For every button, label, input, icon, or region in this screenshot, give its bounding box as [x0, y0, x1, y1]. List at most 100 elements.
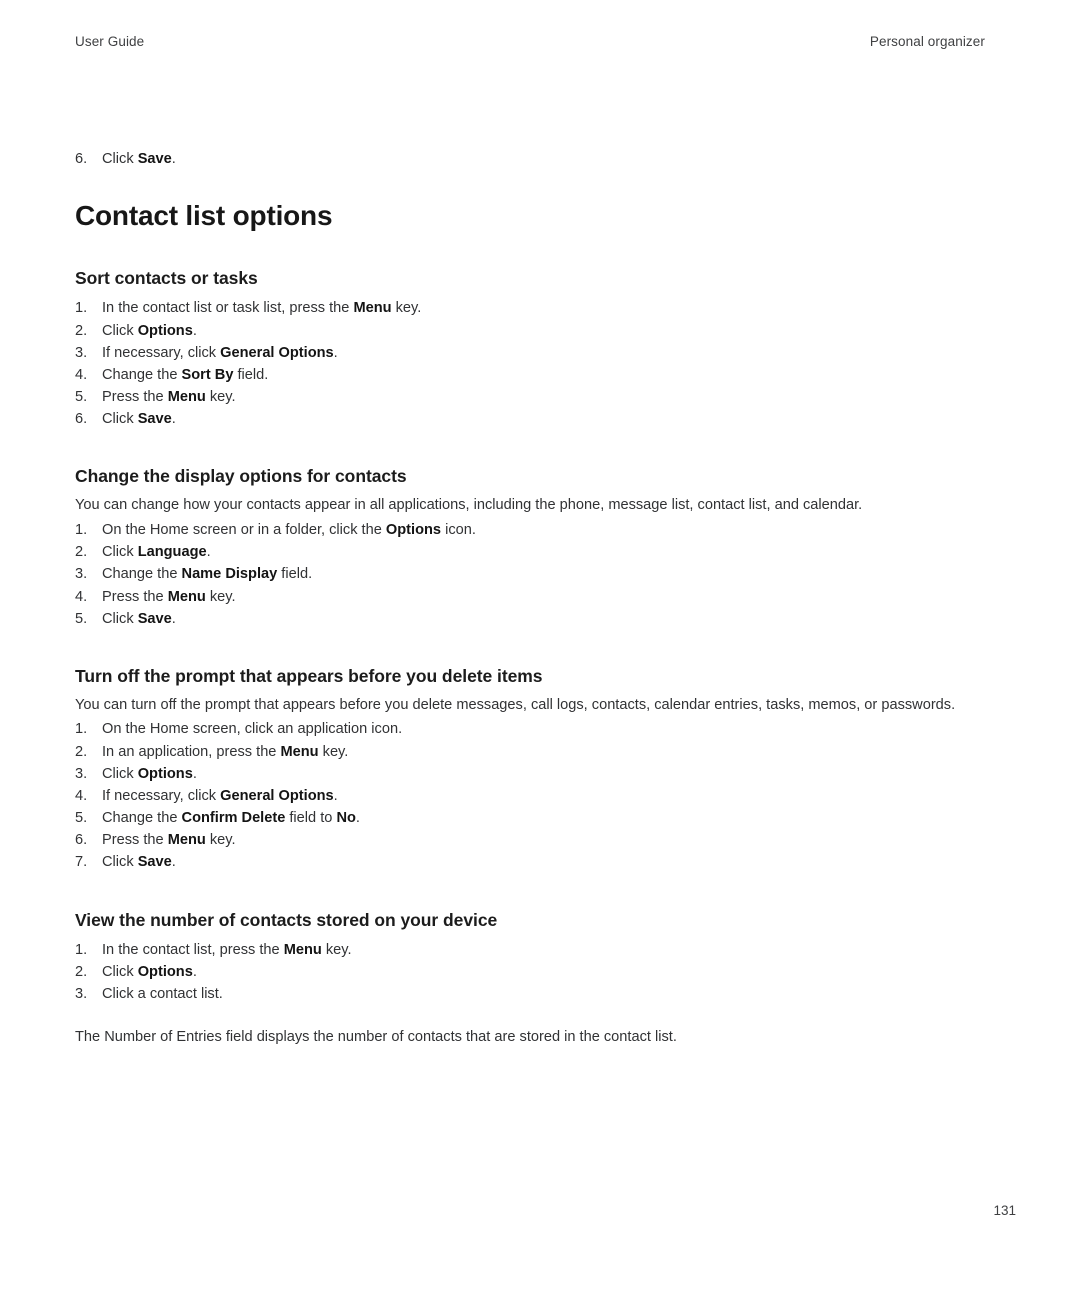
step-text: Press the Menu key. — [102, 588, 236, 605]
header-left-text: User Guide — [75, 34, 145, 49]
step-text: Click Save. — [102, 610, 176, 627]
emphasis-term: Language — [137, 544, 207, 561]
list-item: 6. Click Save. — [75, 148, 987, 170]
list-item: 2. Click Options. — [75, 961, 987, 983]
step-number: 1. — [75, 721, 88, 738]
list-item: 4. Change the Sort By field. — [75, 364, 987, 386]
list-item: 1. In the contact list or task list, pres… — [75, 297, 987, 319]
section-heading: Sort contacts or tasks — [75, 268, 258, 289]
step-text: In an application, press the Menu key. — [102, 743, 349, 760]
emphasis-term: Menu — [283, 941, 322, 958]
step-number: 2. — [75, 322, 88, 339]
list-item: 3. Change the Name Display field. — [75, 563, 987, 585]
section-intro-text: You can change how your contacts appear … — [75, 497, 863, 514]
emphasis-term: Name Display — [181, 566, 278, 583]
sections-container: Sort contacts or tasks 1. In the contact l… — [75, 268, 987, 1048]
step-text: Change the Confirm Delete field to No. — [102, 810, 360, 827]
emphasis-term: Menu — [167, 389, 206, 406]
step-number: 2. — [75, 743, 88, 760]
step-text: If necessary, click General Options. — [102, 787, 338, 804]
step-text: Click Save. — [102, 411, 176, 428]
emphasis-term: Save — [137, 854, 172, 871]
step-text: Change the Name Display field. — [102, 566, 313, 583]
step-number: 5. — [75, 389, 88, 406]
list-item: 5. Press the Menu key. — [75, 386, 987, 408]
emphasis-term: Options — [385, 521, 442, 538]
emphasis-term: Options — [137, 765, 193, 782]
section-heading: Change the display options for contacts — [75, 466, 407, 487]
step-text: Press the Menu key. — [102, 832, 236, 849]
section-heading: View the number of contacts stored on yo… — [75, 909, 498, 930]
content-section: View the number of contacts stored on yo… — [75, 910, 987, 1049]
section-heading: Turn off the prompt that appears before … — [75, 665, 543, 686]
step-number: 1. — [75, 941, 88, 958]
emphasis-term: Options — [137, 963, 193, 980]
page-content: 6. Click Save. Contact list options Sort … — [75, 148, 987, 1049]
list-item: 1. On the Home screen or in a folder, cli… — [75, 519, 987, 541]
step-text: Change the Sort By field. — [102, 366, 269, 383]
content-section: Sort contacts or tasks 1. In the contact l… — [75, 268, 987, 430]
step-number: 7. — [75, 854, 88, 871]
emphasis-term: Save — [137, 151, 172, 167]
page-title: Contact list options — [75, 200, 333, 232]
content-section: Change the display options for contacts Y… — [75, 466, 987, 629]
section-trailing-note: The Number of Entries field displays the… — [75, 1029, 677, 1046]
carried-over-step-list: 6. Click Save. — [75, 148, 987, 170]
section-intro-text: You can turn off the prompt that appears… — [75, 696, 956, 713]
step-number: 4. — [75, 366, 88, 383]
step-number: 3. — [75, 985, 88, 1002]
emphasis-term: General Options — [220, 787, 334, 804]
emphasis-term: Save — [137, 610, 172, 627]
list-item: 1. In the contact list, press the Menu ke… — [75, 939, 987, 961]
list-item: 2. In an application, press the Menu key. — [75, 741, 987, 763]
step-number: 6. — [75, 832, 88, 849]
list-item: 4. Press the Menu key. — [75, 586, 987, 608]
step-number: 1. — [75, 300, 88, 317]
list-item: 6. Click Save. — [75, 408, 987, 430]
page-number: 131 — [993, 1203, 1016, 1218]
step-number: 3. — [75, 765, 88, 782]
step-number: 6. — [75, 151, 88, 167]
header-right-text: Personal organizer — [869, 34, 985, 49]
emphasis-term: General Options — [220, 344, 334, 361]
list-item: 6. Press the Menu key. — [75, 829, 987, 851]
step-number: 5. — [75, 810, 88, 827]
step-text: On the Home screen or in a folder, click… — [102, 521, 476, 538]
document-page: User Guide Personal organizer 6. Click Sa… — [0, 0, 1080, 1296]
step-list: 1. On the Home screen, click an applicati… — [75, 718, 987, 873]
step-number: 5. — [75, 610, 88, 627]
step-number: 4. — [75, 588, 88, 605]
emphasis-term: Confirm Delete — [181, 810, 286, 827]
list-item: 5. Click Save. — [75, 608, 987, 630]
step-text: Click Save. — [102, 151, 176, 167]
list-item: 1. On the Home screen, click an applicati… — [75, 718, 987, 740]
emphasis-term: Sort By — [181, 366, 234, 383]
step-number: 3. — [75, 566, 88, 583]
step-number: 2. — [75, 544, 88, 561]
emphasis-term: Save — [137, 411, 172, 428]
step-number: 6. — [75, 411, 88, 428]
content-section: Turn off the prompt that appears before … — [75, 666, 987, 874]
list-item: 4. If necessary, click General Options. — [75, 785, 987, 807]
emphasis-term: Menu — [167, 588, 206, 605]
step-number: 3. — [75, 344, 88, 361]
step-text: If necessary, click General Options. — [102, 344, 338, 361]
step-text: Click Options. — [102, 765, 197, 782]
step-text: Click a contact list. — [102, 985, 223, 1002]
step-text: Click Options. — [102, 963, 197, 980]
running-header: User Guide Personal organizer — [75, 34, 985, 49]
step-text: In the contact list, press the Menu key. — [102, 941, 352, 958]
list-item: 7. Click Save. — [75, 851, 987, 873]
step-text: Click Options. — [102, 322, 197, 339]
step-list: 1. In the contact list, press the Menu ke… — [75, 939, 987, 1006]
list-item: 3. Click a contact list. — [75, 983, 987, 1005]
list-item: 3. Click Options. — [75, 763, 987, 785]
step-number: 1. — [75, 521, 88, 538]
list-item: 5. Change the Confirm Delete field to No. — [75, 807, 987, 829]
list-item: 2. Click Options. — [75, 320, 987, 342]
step-text: Press the Menu key. — [102, 389, 236, 406]
emphasis-term: Options — [137, 322, 193, 339]
step-number: 2. — [75, 963, 88, 980]
list-item: 2. Click Language. — [75, 541, 987, 563]
step-number: 4. — [75, 787, 88, 804]
